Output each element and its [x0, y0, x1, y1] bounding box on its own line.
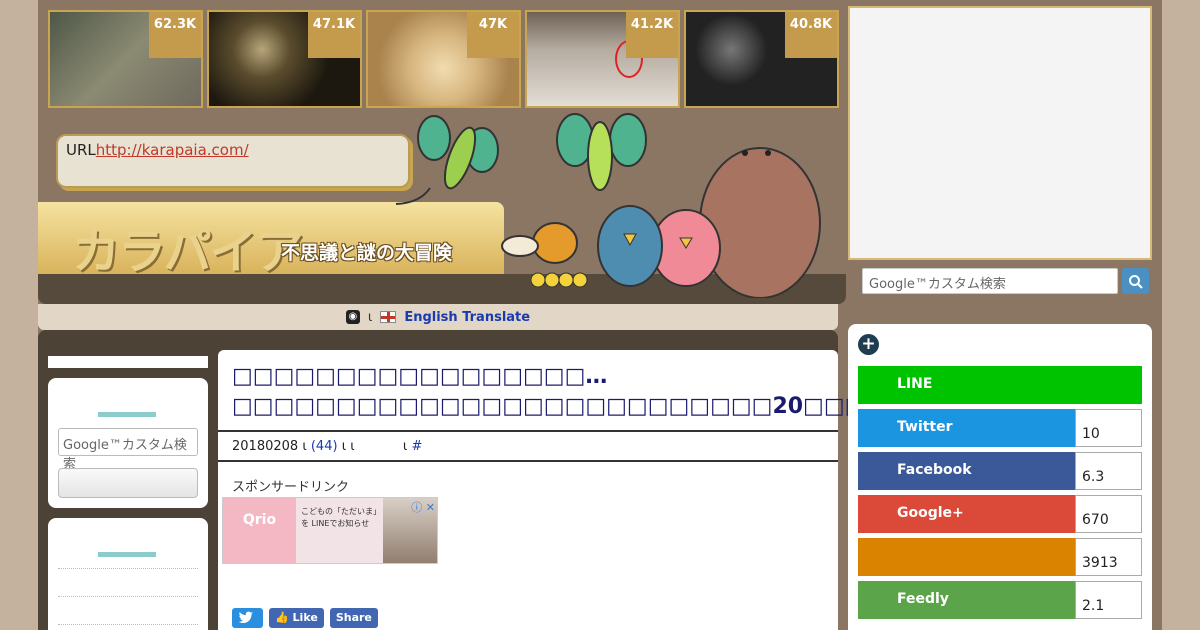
view-count: 62.3K: [149, 12, 201, 58]
comment-count-link[interactable]: (44): [311, 439, 338, 454]
potato-creature: [699, 147, 821, 298]
wing-shape: [417, 115, 451, 161]
share-label: Share: [335, 611, 372, 624]
share-count: 670: [1075, 495, 1142, 533]
fairy-leg: [395, 187, 431, 205]
ad-brand: Qrio: [223, 498, 296, 563]
orange-creature: [532, 222, 578, 264]
thumbs-up-icon: 👍: [275, 611, 289, 624]
share-label: Twitter: [858, 409, 1075, 447]
left-search-widget: Google™カスタム検索: [48, 378, 208, 508]
chick: [544, 272, 560, 288]
search-button[interactable]: [1122, 268, 1149, 294]
share-count: 6.3: [1075, 452, 1142, 490]
view-count: 40.8K: [785, 12, 837, 58]
share-row-feedly[interactable]: Feedly 2.1: [858, 581, 1142, 619]
thumbnail-4[interactable]: 41.2K: [525, 10, 680, 108]
site-url-link[interactable]: http://karapaia.com/: [96, 141, 249, 159]
mascot-illustration: [395, 113, 821, 298]
share-row-hatena[interactable]: 3913: [858, 538, 1142, 576]
chick: [558, 272, 574, 288]
wing-shape: [501, 235, 539, 257]
chick: [530, 272, 546, 288]
share-count: 3913: [1075, 538, 1142, 576]
twitter-icon: [238, 611, 253, 623]
thumbnail-1[interactable]: 62.3K: [48, 10, 203, 108]
chick: [572, 272, 588, 288]
translate-separator: ι: [367, 309, 373, 325]
view-count: 47K: [467, 12, 519, 58]
english-translate-link[interactable]: English Translate: [404, 310, 530, 325]
article-meta: 20180208 ι (44) ι ι ι #: [218, 430, 838, 462]
divider: [58, 624, 198, 625]
meta-separator: ι: [302, 439, 307, 454]
article: □□□□□□□□□□□□□□□□□…□□□□□□□□□□□□□□□□□□□□□□…: [218, 350, 886, 630]
share-label: Google+: [858, 495, 1075, 533]
site-logo[interactable]: カラパイア: [72, 212, 304, 282]
left-search-button[interactable]: [58, 468, 198, 498]
ad-banner[interactable]: Qrio こどもの「ただいま」を LINEでお知らせ ⓘ ✕: [222, 497, 438, 564]
article-share-buttons: 👍 Like Share: [232, 608, 378, 628]
meta-separator: ι: [402, 439, 408, 454]
share-row-googleplus[interactable]: Google+ 670: [858, 495, 1142, 533]
share-count: 10: [1075, 409, 1142, 447]
thumbnail-2[interactable]: 47.1K: [207, 10, 362, 108]
fairy-body: [587, 121, 613, 191]
like-label: Like: [292, 611, 318, 624]
share-label: [858, 538, 1075, 576]
ad-copy: こどもの「ただいま」を LINEでお知らせ: [301, 507, 381, 528]
sponsored-link-label: スポンサードリンク: [232, 480, 350, 495]
facebook-share-button[interactable]: Share: [329, 608, 378, 628]
divider: [58, 596, 198, 597]
translate-bar: ◉ ι English Translate: [38, 304, 838, 330]
widget-title-bar: [98, 412, 156, 417]
article-date: 20180208: [232, 439, 299, 454]
translate-icon[interactable]: ◉: [345, 310, 360, 324]
site-url-box: URLhttp://karapaia.com/: [56, 134, 410, 188]
view-count: 41.2K: [626, 12, 678, 58]
share-row-twitter[interactable]: Twitter 10: [858, 409, 1142, 447]
eye: [742, 150, 748, 156]
left-search-input[interactable]: Google™カスタム検索: [58, 428, 198, 472]
url-label: URL: [66, 141, 96, 159]
share-row-line[interactable]: LINE: [858, 366, 1142, 404]
uk-flag-icon: [380, 311, 397, 323]
search-icon: [1128, 274, 1143, 289]
plus-icon[interactable]: +: [858, 334, 879, 355]
right-search-input[interactable]: Google™カスタム検索: [862, 268, 1118, 294]
share-label: LINE: [858, 366, 1142, 404]
thumbnail-5[interactable]: 40.8K: [684, 10, 839, 108]
right-ad-placeholder: [848, 6, 1152, 260]
hash-link[interactable]: #: [411, 439, 422, 454]
left-sidebar-header: [48, 356, 208, 368]
eye: [765, 150, 771, 156]
article-title[interactable]: □□□□□□□□□□□□□□□□□…□□□□□□□□□□□□□□□□□□□□□□…: [232, 362, 886, 422]
twitter-share-button[interactable]: [232, 608, 263, 628]
share-count: 2.1: [1075, 581, 1142, 619]
thumbnail-3[interactable]: 47K: [366, 10, 521, 108]
widget-title-bar: [98, 552, 156, 557]
share-label: Facebook: [858, 452, 1075, 490]
ad-close-icon[interactable]: ⓘ ✕: [411, 499, 435, 515]
wing-shape: [609, 113, 647, 167]
share-label: Feedly: [858, 581, 1075, 619]
left-widget-2: [48, 518, 208, 630]
view-count: 47.1K: [308, 12, 360, 58]
share-row-facebook[interactable]: Facebook 6.3: [858, 452, 1142, 490]
divider: [58, 568, 198, 569]
facebook-like-button[interactable]: 👍 Like: [269, 608, 324, 628]
meta-separator: ι ι: [341, 439, 355, 454]
